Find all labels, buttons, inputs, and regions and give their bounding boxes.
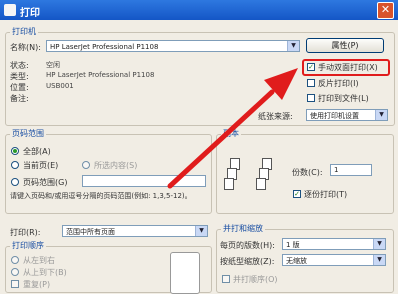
print-what-label: 打印(R): — [10, 228, 41, 237]
repeat-checkbox[interactable] — [11, 280, 19, 288]
status-label: 状态: — [10, 61, 29, 70]
order-title: 打印顺序 — [10, 240, 46, 251]
comment-label: 备注: — [10, 94, 29, 103]
manual-duplex-checkbox[interactable]: ✓ — [307, 63, 315, 71]
page-range-title: 页码范围 — [10, 128, 46, 139]
window-title: 打印 — [20, 8, 40, 19]
type-label: 类型: — [10, 72, 29, 81]
chevron-down-icon: ▼ — [287, 41, 299, 51]
order-label-2: 从上到下(B) — [23, 268, 67, 277]
printer-name-value: HP LaserJet Professional P1108 — [50, 43, 159, 51]
current-page-radio[interactable] — [11, 161, 19, 169]
status-value: 空闲 — [46, 61, 60, 69]
page-range-hint: 请键入页码和/或用逗号分隔的页码范围(例如: 1,3,5-12)。 — [10, 192, 192, 200]
chevron-down-icon: ▼ — [375, 110, 387, 120]
fit-label: 并打顺序(O) — [233, 275, 278, 284]
per-sheet-select[interactable]: 1 版 ▼ — [282, 238, 386, 250]
printer-group-title: 打印机 — [10, 26, 38, 37]
print-to-file-checkbox[interactable] — [307, 94, 315, 102]
collate-label: 逐份打印(T) — [304, 190, 348, 199]
copies-title: 副本 — [221, 128, 241, 139]
printer-icon — [4, 4, 16, 16]
reverse-print-checkbox[interactable] — [307, 79, 315, 87]
manual-duplex-label: 手动双面打印(X) — [318, 63, 378, 72]
paper-source-select[interactable]: 使用打印机设置 ▼ — [306, 109, 388, 121]
collate-pages-icon — [256, 178, 266, 190]
where-value: USB001 — [46, 82, 74, 90]
printer-name-label: 名称(N): — [10, 43, 41, 52]
page-numbers-label: 页码范围(G) — [23, 178, 68, 187]
close-button[interactable]: ✕ — [377, 2, 394, 19]
copies-count-input[interactable]: 1 — [330, 164, 372, 176]
order-preview — [170, 252, 200, 294]
scale-value: 无缩放 — [286, 257, 307, 265]
paper-source-value: 使用打印机设置 — [310, 112, 359, 120]
chevron-down-icon: ▼ — [195, 226, 207, 236]
paper-source-label: 纸张来源: — [258, 112, 293, 121]
properties-button[interactable]: 属性(P) — [306, 38, 384, 53]
print-what-value: 范围中所有页面 — [66, 228, 115, 236]
print-to-file-label: 打印到文件(L) — [318, 94, 369, 103]
type-value: HP LaserJet Professional P1108 — [46, 71, 155, 79]
printer-name-select[interactable]: HP LaserJet Professional P1108 ▼ — [46, 40, 300, 52]
order-label-1: 从左到右 — [23, 256, 55, 265]
order-radio-1[interactable] — [11, 256, 19, 264]
all-pages-radio[interactable] — [11, 147, 19, 155]
per-sheet-value: 1 版 — [286, 241, 300, 249]
scale-select[interactable]: 无缩放 ▼ — [282, 254, 386, 266]
chevron-down-icon: ▼ — [373, 239, 385, 249]
page-numbers-input[interactable] — [82, 175, 206, 187]
fit-checkbox[interactable] — [222, 275, 230, 283]
per-sheet-label: 每页的版数(H): — [220, 241, 275, 250]
print-what-select[interactable]: 范围中所有页面 ▼ — [62, 225, 208, 237]
title-bar: 打印 ✕ — [0, 0, 398, 20]
collate-checkbox[interactable]: ✓ — [293, 190, 301, 198]
zoom-title: 并打和缩放 — [221, 223, 265, 234]
order-radio-2[interactable] — [11, 268, 19, 276]
where-label: 位置: — [10, 83, 29, 92]
chevron-down-icon: ▼ — [373, 255, 385, 265]
selection-radio[interactable] — [82, 161, 90, 169]
scale-label: 按纸型缩放(Z): — [220, 257, 275, 266]
page-numbers-radio[interactable] — [11, 178, 19, 186]
copies-count-value: 1 — [334, 166, 339, 174]
all-pages-label: 全部(A) — [23, 147, 51, 156]
copies-count-label: 份数(C): — [292, 168, 323, 177]
current-page-label: 当前页(E) — [23, 161, 59, 170]
collate-pages-icon — [224, 178, 234, 190]
reverse-print-label: 反片打印(I) — [318, 79, 359, 88]
selection-label: 所选内容(S) — [94, 161, 138, 170]
